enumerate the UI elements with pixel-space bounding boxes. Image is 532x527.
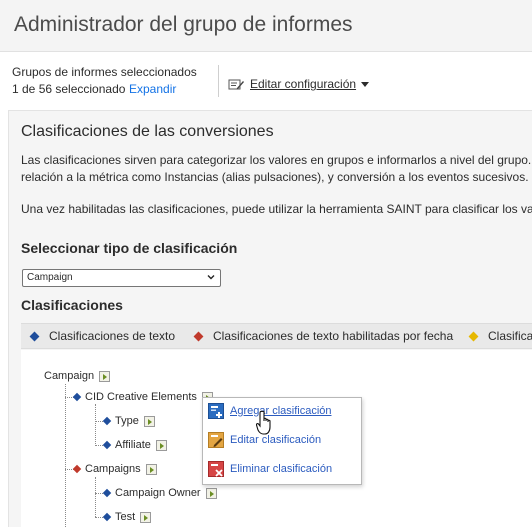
expand-arrow-button[interactable]	[155, 439, 167, 451]
description-line: relación a la métrica como Instancias (a…	[21, 170, 529, 184]
blue-diamond-icon	[102, 488, 112, 498]
legend-item-numeric: Clasifica	[468, 329, 532, 343]
chevron-down-icon	[361, 81, 370, 87]
description-line: Las clasificaciones sirven para categori…	[21, 153, 532, 167]
legend-label: Clasifica	[488, 329, 532, 343]
classifications-heading: Clasificaciones	[21, 297, 123, 313]
expand-arrow-button[interactable]	[143, 415, 155, 427]
red-diamond-icon	[72, 464, 82, 474]
tree-node: Affiliate	[102, 438, 167, 452]
select-type-heading: Seleccionar tipo de clasificación	[21, 240, 238, 256]
tree-node-label: Campaign Owner	[115, 487, 201, 499]
page-header: Administrador del grupo de informes	[0, 0, 532, 52]
legend-label: Clasificaciones de texto	[49, 329, 176, 343]
tree-connector	[95, 404, 96, 446]
blue-diamond-icon	[29, 331, 40, 341]
legend-item-date-enabled: Clasificaciones de texto habilitadas por…	[193, 329, 454, 343]
blue-diamond-icon	[102, 416, 112, 426]
tree-connector	[95, 517, 103, 518]
tree-node: Type	[102, 414, 155, 428]
edit-settings-icon	[228, 79, 244, 89]
tree-node-label: Campaigns	[85, 463, 141, 475]
legend-label: Clasificaciones de texto habilitadas por…	[213, 329, 454, 343]
menu-item-label: Agregar clasificación	[230, 405, 332, 417]
tree-node-label: CID Creative Elements	[85, 391, 197, 403]
menu-item-delete-classification[interactable]: Eliminar clasificación	[208, 461, 332, 477]
tree-node-label: Campaign	[44, 370, 95, 382]
edit-classification-icon	[208, 432, 224, 448]
edit-settings-dropdown[interactable]: Editar configuración	[228, 76, 370, 92]
tree-connector	[95, 421, 103, 422]
expand-arrow-button[interactable]	[140, 511, 152, 523]
select-value: Campaign	[27, 272, 73, 283]
tree-node: CID Creative Elements	[72, 390, 213, 404]
tree-connector	[95, 493, 103, 494]
tree-node-label: Affiliate	[115, 439, 151, 451]
tree-connector	[95, 445, 103, 446]
blue-diamond-icon	[102, 512, 112, 522]
page-title: Administrador del grupo de informes	[14, 13, 353, 36]
selection-count: 1 de 56 seleccionado	[12, 82, 126, 96]
tree-connector	[95, 477, 96, 517]
hand-cursor-icon	[256, 410, 271, 435]
blue-diamond-icon	[72, 392, 82, 402]
tree-node: Campaigns	[72, 462, 157, 476]
delete-classification-icon	[208, 461, 224, 477]
expand-link[interactable]: Expandir	[129, 82, 176, 96]
description-line: Una vez habilitadas las clasificaciones,…	[21, 202, 532, 216]
tree-node-root: Campaign	[44, 369, 111, 383]
classification-type-select[interactable]: Campaign	[22, 269, 221, 287]
tree-connector	[65, 384, 66, 527]
tree-node-label: Test	[115, 511, 136, 523]
add-classification-icon	[208, 403, 224, 419]
chevron-down-icon	[207, 275, 215, 280]
selection-label: Grupos de informes seleccionados	[12, 65, 197, 79]
yellow-diamond-icon	[468, 331, 479, 341]
expand-arrow-button[interactable]	[99, 370, 111, 382]
menu-item-label: Eliminar clasificación	[230, 463, 333, 475]
expand-arrow-button[interactable]	[145, 463, 157, 475]
tree-node: Test	[102, 510, 152, 524]
blue-diamond-icon	[102, 440, 112, 450]
red-diamond-icon	[193, 331, 204, 341]
tree-node-label: Type	[115, 415, 139, 427]
divider	[218, 65, 219, 97]
edit-settings-label: Editar configuración	[250, 77, 357, 91]
legend-item-text: Clasificaciones de texto	[29, 329, 176, 343]
section-title: Clasificaciones de las conversiones	[21, 123, 274, 140]
expand-arrow-button[interactable]	[205, 487, 217, 499]
tree-node: Campaign Owner	[102, 486, 217, 500]
